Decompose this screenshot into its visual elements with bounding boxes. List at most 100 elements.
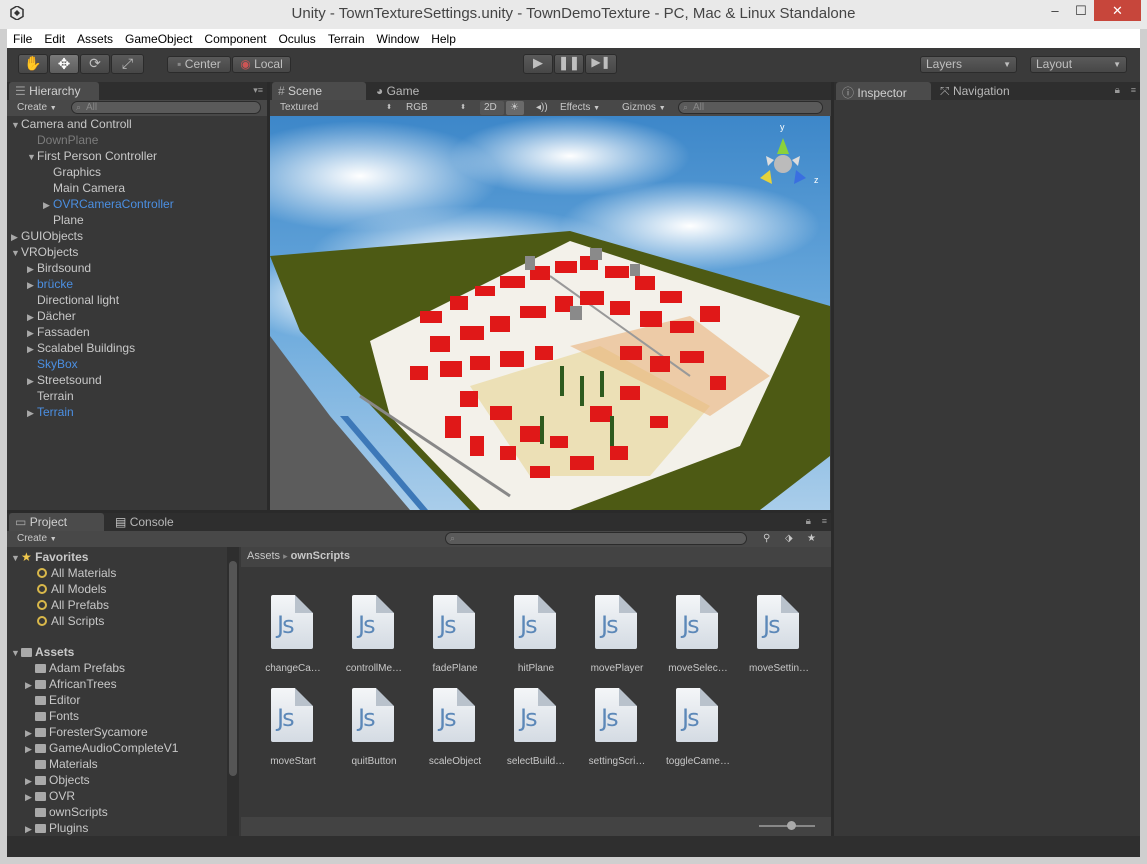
- project-folder-item[interactable]: ▶ GameAudioCompleteV1: [11, 740, 178, 756]
- collapsed-arrow-icon[interactable]: ▶: [27, 261, 37, 277]
- hierarchy-item[interactable]: Terrain: [11, 388, 174, 404]
- project-folder-item[interactable]: ▶ Objects: [11, 772, 178, 788]
- hierarchy-item[interactable]: ▶ GUIObjects: [11, 228, 174, 244]
- layers-dropdown[interactable]: Layers ▼: [920, 56, 1017, 73]
- effects-dropdown[interactable]: Effects ▼: [556, 101, 612, 115]
- scene-search-input[interactable]: ⌕ All: [678, 101, 823, 114]
- hierarchy-item[interactable]: ▶ OVRCameraController: [11, 196, 174, 212]
- collapsed-arrow-icon[interactable]: ▶: [25, 821, 35, 836]
- layout-dropdown[interactable]: Layout ▼: [1030, 56, 1127, 73]
- script-asset[interactable]: Js settingScri…: [589, 688, 645, 767]
- menu-file[interactable]: File: [7, 32, 38, 46]
- assets-header[interactable]: ▼ Assets: [11, 644, 178, 660]
- project-folder-item[interactable]: ▶ OVR: [11, 788, 178, 804]
- breadcrumb-current[interactable]: ownScripts: [291, 550, 350, 562]
- favorite-item[interactable]: All Scripts: [11, 613, 178, 629]
- hierarchy-item[interactable]: ▶ Terrain: [11, 404, 174, 420]
- hierarchy-create-dropdown[interactable]: Create ▼: [13, 101, 61, 115]
- icon-size-slider[interactable]: [759, 821, 815, 830]
- script-asset[interactable]: Js quitButton: [350, 688, 398, 767]
- hierarchy-item[interactable]: DownPlane: [11, 132, 174, 148]
- pause-button[interactable]: ❚❚: [554, 54, 584, 74]
- collapsed-arrow-icon[interactable]: ▶: [27, 373, 37, 389]
- move-tool-button[interactable]: ✥: [49, 54, 79, 74]
- collapsed-arrow-icon[interactable]: ▶: [27, 341, 37, 357]
- menu-terrain[interactable]: Terrain: [322, 32, 371, 46]
- hierarchy-item[interactable]: ▼VRObjects: [11, 244, 174, 260]
- hierarchy-item[interactable]: ▼First Person Controller: [11, 148, 174, 164]
- script-asset[interactable]: Js moveStart: [269, 688, 317, 767]
- favorite-item[interactable]: All Models: [11, 581, 178, 597]
- gizmos-dropdown[interactable]: Gizmos ▼: [618, 101, 674, 115]
- hierarchy-item[interactable]: Main Camera: [11, 180, 174, 196]
- project-folder-item[interactable]: Materials: [11, 756, 178, 772]
- favorite-item[interactable]: All Prefabs: [11, 597, 178, 613]
- script-asset[interactable]: Js moveSelec…: [668, 595, 728, 674]
- shading-mode-dropdown[interactable]: Textured ⬍: [276, 101, 396, 115]
- hierarchy-item[interactable]: ▶ Dächer: [11, 308, 174, 324]
- collapsed-arrow-icon[interactable]: ▶: [27, 405, 37, 421]
- project-folder-item[interactable]: ▶ Plugins: [11, 820, 178, 836]
- favorite-item[interactable]: All Materials: [11, 565, 178, 581]
- folder-tree-scrollbar[interactable]: [227, 547, 239, 836]
- tab-game[interactable]: ◕ Game: [370, 82, 450, 100]
- hierarchy-item[interactable]: ▼Camera and Controll: [11, 116, 174, 132]
- filter-type-icon[interactable]: ⚲: [759, 532, 774, 546]
- collapsed-arrow-icon[interactable]: ▶: [27, 309, 37, 325]
- hand-tool-button[interactable]: ✋: [18, 54, 48, 74]
- menu-edit[interactable]: Edit: [38, 32, 71, 46]
- collapsed-arrow-icon[interactable]: ▶: [25, 741, 35, 757]
- menu-gameobject[interactable]: GameObject: [119, 32, 198, 46]
- hierarchy-item[interactable]: Plane: [11, 212, 174, 228]
- script-asset[interactable]: Js selectBuild…: [507, 688, 565, 767]
- script-asset[interactable]: Js moveSettin…: [749, 595, 809, 674]
- favorite-star-icon[interactable]: ★: [803, 532, 820, 546]
- lock-icon[interactable]: 🔒︎: [806, 516, 811, 527]
- 2d-toggle[interactable]: 2D: [480, 101, 504, 115]
- script-asset[interactable]: Js controllMe…: [346, 595, 402, 674]
- script-asset[interactable]: Js scaleObject: [429, 688, 481, 767]
- collapsed-arrow-icon[interactable]: ▶: [25, 677, 35, 693]
- project-folder-item[interactable]: Adam Prefabs: [11, 660, 178, 676]
- project-folder-item[interactable]: Fonts: [11, 708, 178, 724]
- panel-menu-icon[interactable]: ≡: [822, 516, 827, 526]
- minimize-button[interactable]: –: [1042, 0, 1068, 21]
- hierarchy-item[interactable]: Graphics: [11, 164, 174, 180]
- filter-label-icon[interactable]: ⬗: [781, 532, 797, 546]
- expanded-arrow-icon[interactable]: ▼: [11, 117, 21, 133]
- menu-assets[interactable]: Assets: [71, 32, 119, 46]
- expanded-arrow-icon[interactable]: ▼: [11, 245, 21, 261]
- expanded-arrow-icon[interactable]: ▼: [11, 645, 21, 661]
- menu-window[interactable]: Window: [371, 32, 426, 46]
- hierarchy-item[interactable]: SkyBox: [11, 356, 174, 372]
- tab-console[interactable]: ▤ Console: [109, 513, 194, 531]
- menu-oculus[interactable]: Oculus: [272, 32, 321, 46]
- hierarchy-item[interactable]: ▶ Streetsound: [11, 372, 174, 388]
- tab-navigation[interactable]: ⤧ Navigation: [934, 82, 1034, 100]
- script-asset[interactable]: Js fadePlane: [431, 595, 479, 674]
- project-create-dropdown[interactable]: Create ▼: [13, 532, 61, 546]
- project-folder-item[interactable]: ▶ AfricanTrees: [11, 676, 178, 692]
- collapsed-arrow-icon[interactable]: ▶: [25, 725, 35, 741]
- project-folder-item[interactable]: ownScripts: [11, 804, 178, 820]
- panel-menu-icon[interactable]: ≡: [1131, 85, 1136, 95]
- step-button[interactable]: ▶❚: [585, 54, 617, 74]
- expanded-arrow-icon[interactable]: ▼: [27, 149, 37, 165]
- script-asset[interactable]: Js hitPlane: [512, 595, 560, 674]
- tab-scene[interactable]: # Scene: [272, 82, 366, 100]
- hierarchy-item[interactable]: ▶ brücke: [11, 276, 174, 292]
- panel-menu-icon[interactable]: ▾≡: [253, 85, 263, 96]
- menu-component[interactable]: Component: [198, 32, 272, 46]
- breadcrumb-assets[interactable]: Assets: [247, 550, 280, 562]
- lighting-toggle[interactable]: ☀: [506, 101, 524, 115]
- collapsed-arrow-icon[interactable]: ▶: [27, 277, 37, 293]
- collapsed-arrow-icon[interactable]: ▶: [43, 197, 53, 213]
- hierarchy-item[interactable]: ▶ Scalabel Buildings: [11, 340, 174, 356]
- audio-toggle[interactable]: ◂)): [532, 101, 552, 115]
- collapsed-arrow-icon[interactable]: ▶: [11, 229, 21, 245]
- hierarchy-item[interactable]: ▶ Birdsound: [11, 260, 174, 276]
- play-button[interactable]: ▶: [523, 54, 553, 74]
- collapsed-arrow-icon[interactable]: ▶: [25, 773, 35, 789]
- pivot-local-button[interactable]: ◉ Local: [232, 56, 291, 73]
- project-folder-item[interactable]: Editor: [11, 692, 178, 708]
